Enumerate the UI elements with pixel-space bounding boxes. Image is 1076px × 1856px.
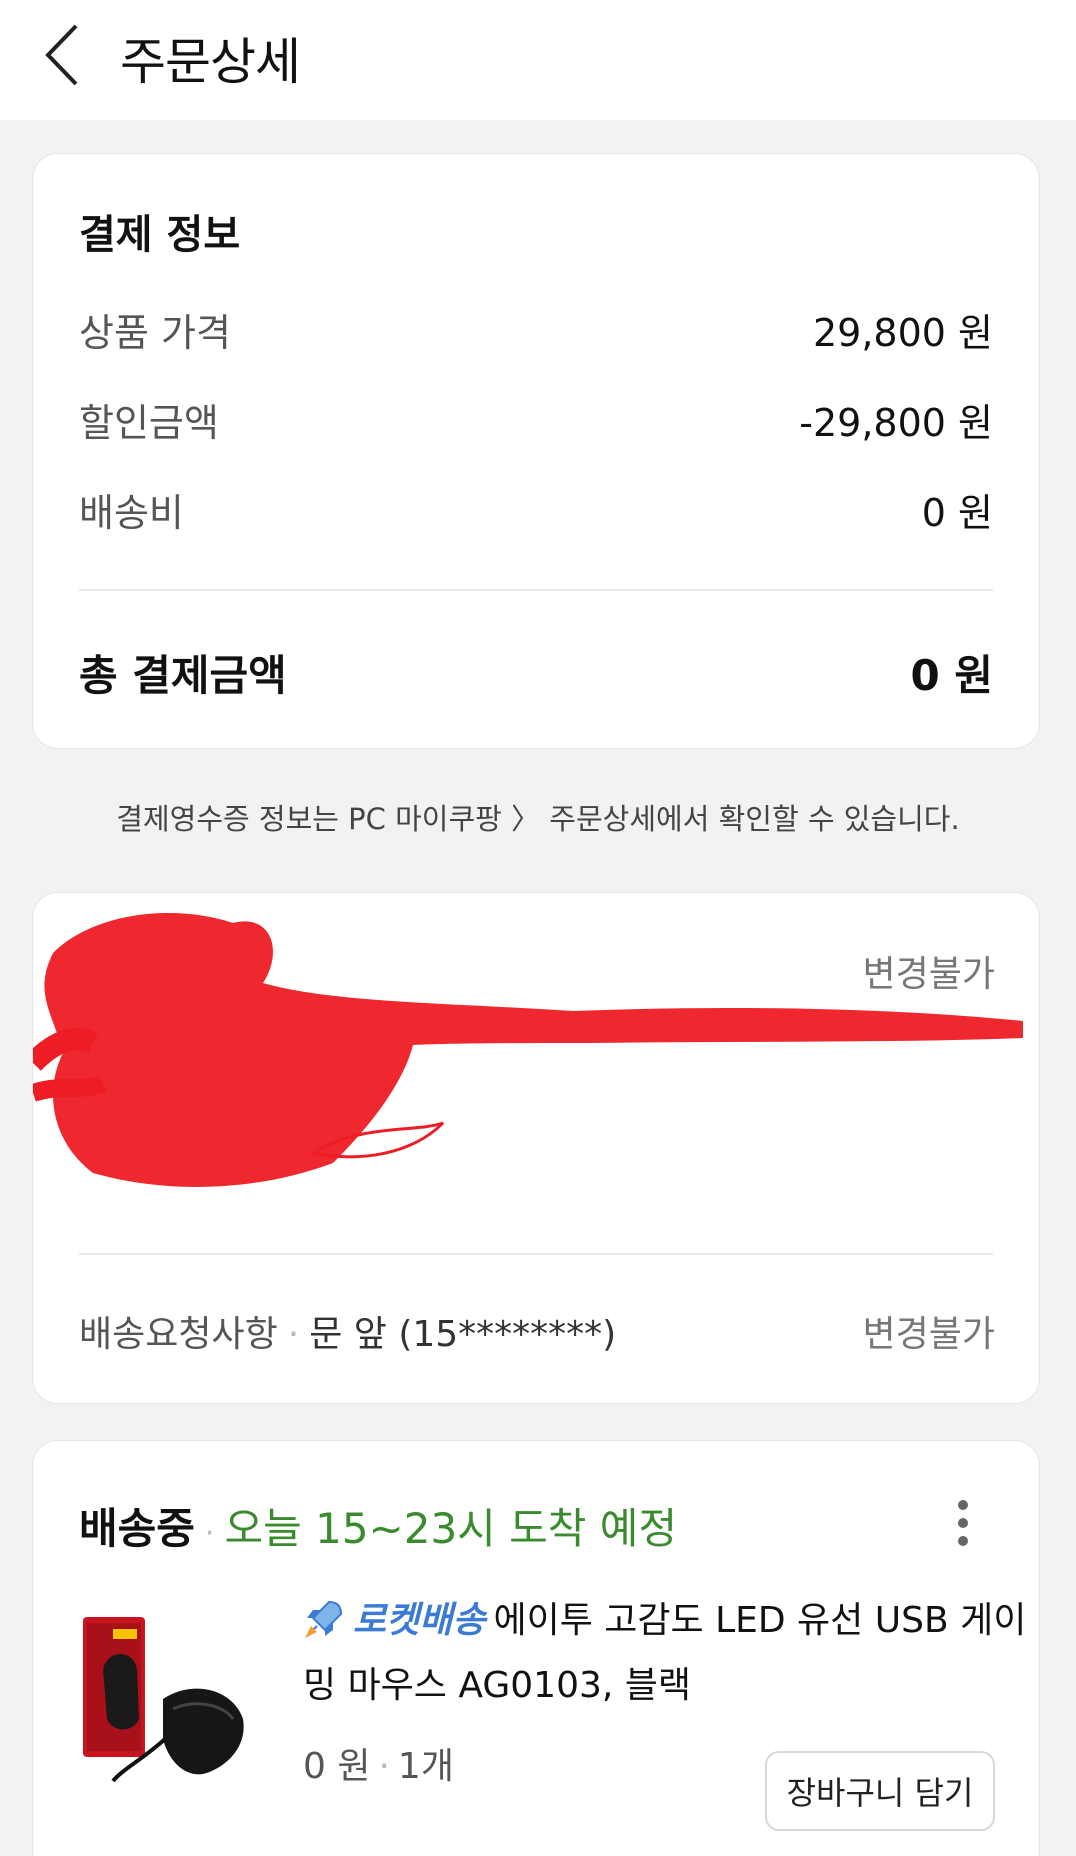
product-name-line2[interactable]: 밍 마우스 AG0103, 블랙 [303, 1656, 691, 1708]
delivery-request-label: 배송요청사항 [79, 1314, 278, 1355]
product-quantity: 1개 [397, 1746, 454, 1787]
payment-info-card: 결제 정보 상품 가격 29,800 원 할인금액 -29,800 원 배송비 … [32, 153, 1040, 749]
payment-section-title: 결제 정보 [79, 212, 241, 258]
product-price-label: 상품 가격 [79, 311, 231, 355]
delivery-eta: 오늘 15~23시 도착 예정 [224, 1504, 678, 1553]
delivery-card: 배송중 · 오늘 15~23시 도착 예정 로켓배송 에이투 고감도 LED 유선 U… [32, 1440, 1040, 1856]
shipping-fee-label: 배송비 [79, 491, 184, 535]
request-change-disabled-label: 변경불가 [862, 1314, 995, 1355]
header-bar: 주문상세 [0, 0, 1076, 120]
delivery-request-line: 배송요청사항 · 문 앞 (15********) [79, 1305, 616, 1357]
delivery-request-value: 문 앞 (15********) [309, 1314, 617, 1355]
product-image[interactable] [73, 1609, 253, 1789]
product-paid-price: 0 원 [303, 1746, 371, 1787]
receipt-notice: 결제영수증 정보는 PC 마이쿠팡 〉 주문상세에서 확인할 수 있습니다. [0, 796, 1076, 838]
product-price-value: 29,800 원 [812, 311, 993, 355]
discount-label: 할인금액 [79, 401, 219, 445]
add-to-cart-button[interactable]: 장바구니 담기 [765, 1751, 995, 1831]
address-change-disabled-label: 변경불가 [862, 954, 995, 995]
product-name-line1[interactable]: 로켓배송 에이투 고감도 LED 유선 USB 게이 [303, 1591, 1026, 1643]
product-name-text-1: 에이투 고감도 LED 유선 USB 게이 [493, 1600, 1027, 1641]
back-button[interactable] [40, 20, 90, 90]
total-payment-row: 총 결제금액 0 원 [79, 642, 993, 700]
delivery-status-line: 배송중 · 오늘 15~23시 도착 예정 [79, 1495, 677, 1556]
total-payment-value: 0 원 [910, 651, 994, 700]
separator-dot: · [378, 1746, 390, 1787]
rocket-delivery-badge: 로켓배송 [353, 1600, 486, 1641]
shipping-fee-value: 0 원 [921, 491, 993, 535]
total-payment-label: 총 결제금액 [79, 651, 287, 700]
discount-row: 할인금액 -29,800 원 [79, 392, 993, 448]
redaction-scribble [33, 913, 1024, 1187]
receipt-notice-suffix: 주문상세에서 확인할 수 있습니다. [549, 802, 960, 836]
product-price-row: 상품 가격 29,800 원 [79, 302, 993, 358]
page-title: 주문상세 [120, 33, 301, 91]
receipt-notice-prefix: 결제영수증 정보는 PC 마이쿠팡 [116, 802, 502, 836]
shipping-address-card: 변경불가 배송요청사항 · 문 앞 (15********) 변경불가 [32, 892, 1040, 1404]
back-arrow-icon [45, 24, 78, 86]
separator-dot: · [204, 1516, 215, 1551]
discount-value: -29,800 원 [799, 401, 993, 445]
rocket-icon [305, 1600, 343, 1638]
shipping-fee-row: 배송비 0 원 [79, 482, 993, 538]
delivery-status: 배송중 [79, 1504, 195, 1553]
separator-dot: · [287, 1314, 300, 1355]
more-vertical-icon[interactable] [957, 1499, 969, 1547]
product-price-quantity: 0 원 · 1개 [303, 1737, 454, 1789]
chevron-right-icon: 〉 [511, 802, 550, 836]
address-divider [79, 1253, 993, 1255]
payment-divider [79, 589, 993, 591]
